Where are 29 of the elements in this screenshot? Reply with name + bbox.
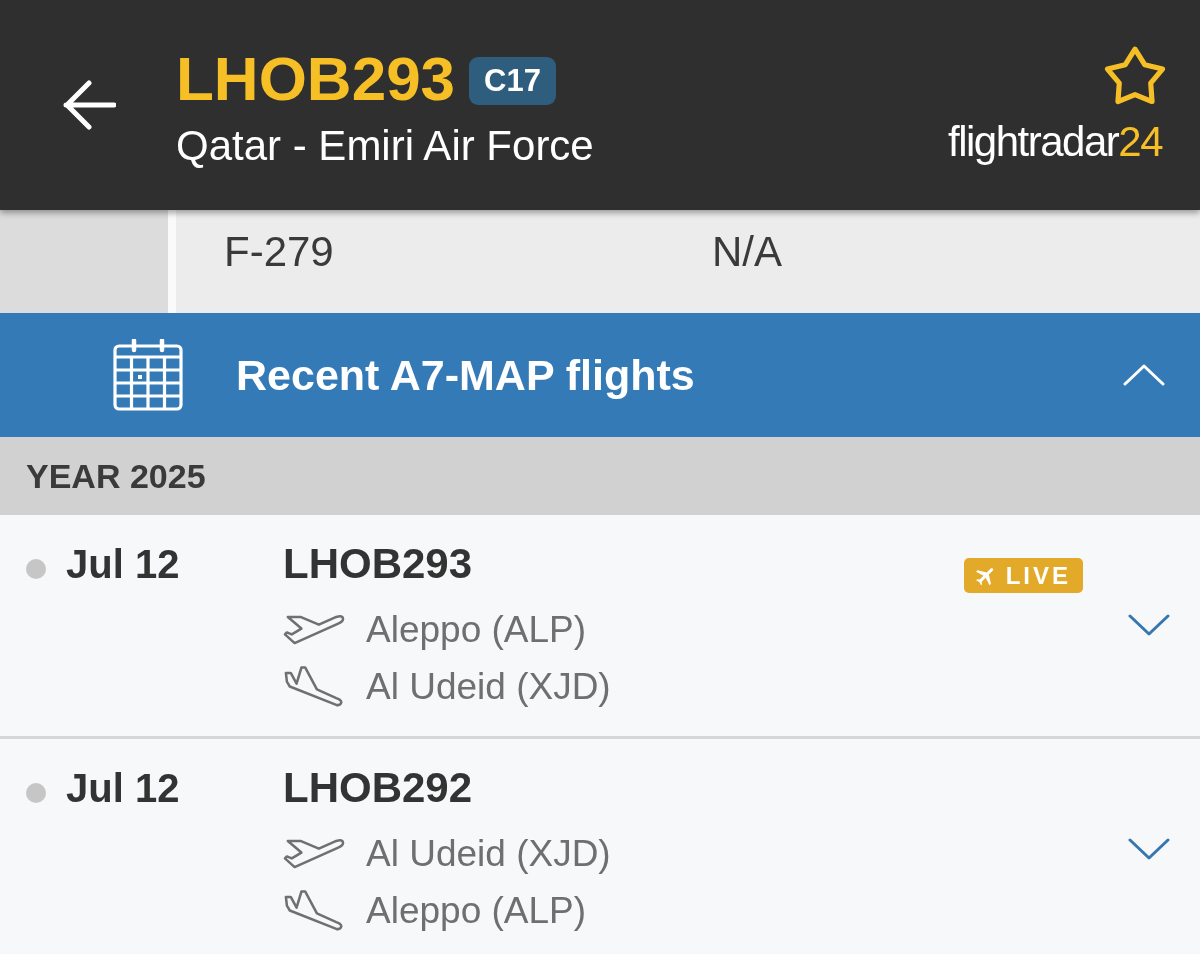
logo: flightradar24	[948, 118, 1162, 166]
section-title: Recent A7-MAP flights	[236, 350, 695, 400]
back-arrow-icon[interactable]	[62, 80, 116, 130]
departing-plane-icon	[283, 613, 345, 646]
detail-value: N/A	[712, 230, 782, 277]
live-label: LIVE	[1005, 561, 1071, 591]
flight-number-title: LHOB293	[176, 44, 456, 114]
airline-name: Qatar - Emiri Air Force	[176, 121, 594, 171]
calendar-icon	[113, 339, 183, 411]
flight-date: Jul 12	[66, 541, 180, 588]
star-icon[interactable]	[1104, 46, 1166, 105]
year-header: YEAR 2025	[0, 437, 1200, 515]
origin-airport: Aleppo (ALP)	[366, 608, 587, 651]
status-dot-icon	[26, 559, 46, 579]
destination-airport: Al Udeid (XJD)	[366, 665, 611, 708]
aircraft-type-badge: C17	[469, 57, 556, 105]
flight-number: LHOB293	[283, 539, 473, 589]
chevron-up-icon[interactable]	[1123, 363, 1165, 387]
landing-plane-icon	[283, 666, 345, 707]
departing-plane-icon	[283, 837, 345, 870]
flight-date: Jul 12	[66, 765, 180, 812]
origin-airport: Al Udeid (XJD)	[366, 832, 611, 875]
destination-airport: Aleppo (ALP)	[366, 889, 587, 932]
detail-value: F-279	[224, 230, 335, 277]
landing-plane-icon	[283, 890, 345, 931]
chevron-down-icon[interactable]	[1128, 837, 1170, 861]
chevron-down-icon[interactable]	[1128, 613, 1170, 637]
status-dot-icon	[26, 783, 46, 803]
flight-number: LHOB292	[283, 763, 473, 813]
